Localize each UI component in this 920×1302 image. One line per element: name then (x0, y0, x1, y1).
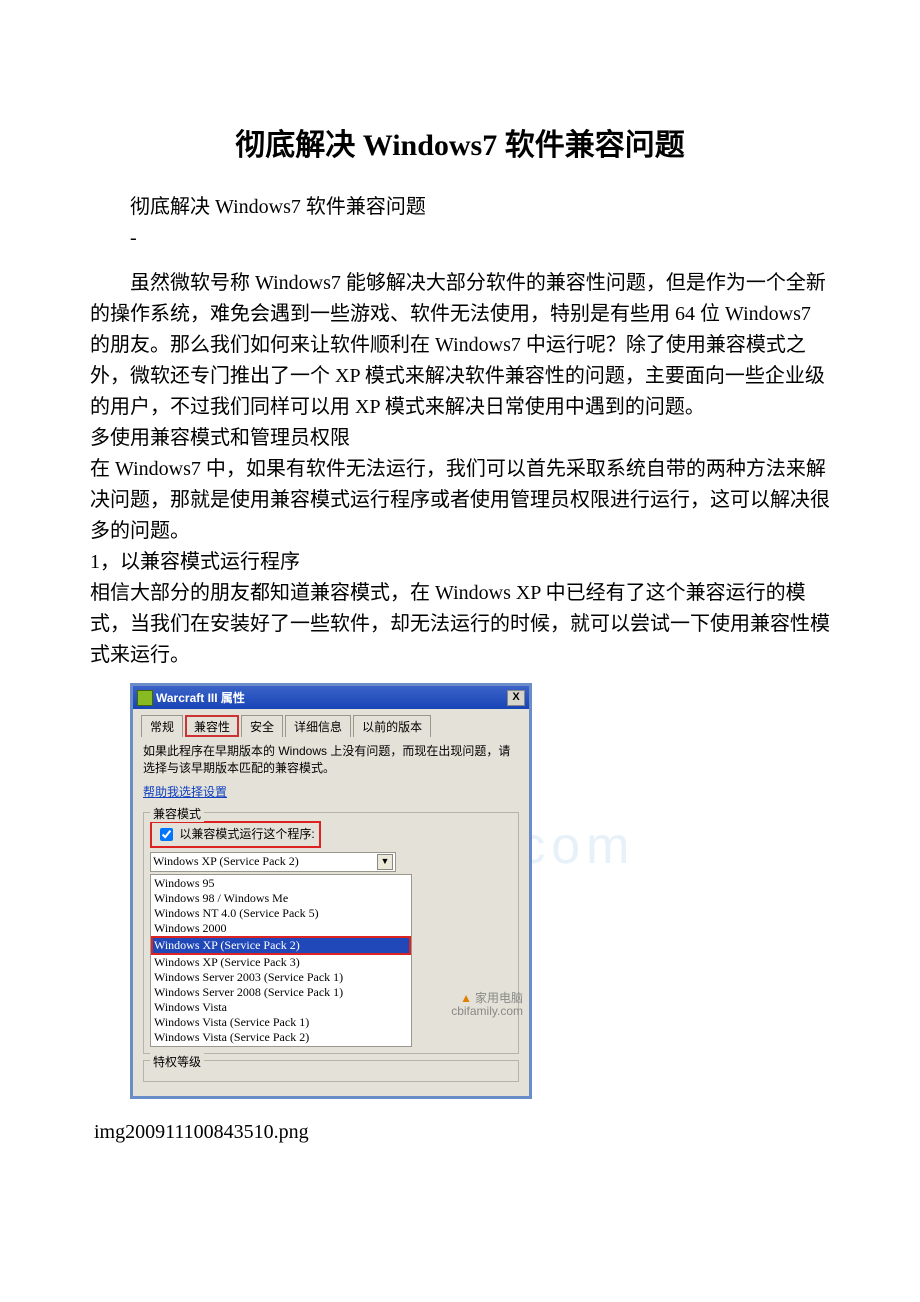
tab-bar: 常规 兼容性 安全 详细信息 以前的版本 (141, 715, 521, 737)
list-item[interactable]: Windows Vista (Service Pack 1) (151, 1015, 411, 1030)
highlight-box-checkbox: 以兼容模式运行这个程序: (150, 821, 321, 848)
page-title: 彻底解决 Windows7 软件兼容问题 (90, 120, 830, 164)
tab-details[interactable]: 详细信息 (285, 715, 351, 737)
compat-checkbox-input[interactable] (160, 828, 173, 841)
watermark-logo: ▲ 家用电脑 cbifamily.com (451, 992, 523, 1018)
compat-checkbox[interactable]: 以兼容模式运行这个程序: (156, 827, 315, 841)
compat-dropdown-list[interactable]: Windows 95 Windows 98 / Windows Me Windo… (150, 874, 412, 1047)
list-item[interactable]: Windows 98 / Windows Me (151, 891, 411, 906)
properties-dialog: Warcraft III 属性 X 常规 兼容性 安全 详细信息 以前的版本 如… (130, 683, 532, 1099)
intro-paragraph: 虽然微软号称 Windows7 能够解决大部分软件的兼容性问题，但是作为一个全新… (90, 268, 830, 423)
logo-text-cn: 家用电脑 (475, 991, 523, 1005)
section-heading-multi: 多使用兼容模式和管理员权限 (90, 423, 830, 454)
tab-compatibility[interactable]: 兼容性 (185, 715, 239, 737)
dialog-title-text: Warcraft III 属性 (156, 689, 245, 706)
help-link[interactable]: 帮助我选择设置 (143, 783, 227, 800)
list-item[interactable]: Windows XP (Service Pack 3) (151, 955, 411, 970)
close-icon[interactable]: X (507, 690, 525, 706)
tab-security[interactable]: 安全 (241, 715, 283, 737)
list-item[interactable]: Windows Server 2008 (Service Pack 1) (151, 985, 411, 1000)
dialog-titlebar: Warcraft III 属性 X (133, 686, 529, 709)
list-item[interactable]: Windows NT 4.0 (Service Pack 5) (151, 906, 411, 921)
logo-text-en: cbifamily.com (451, 1004, 523, 1018)
image-caption: img200911100843510.png (94, 1121, 830, 1144)
privilege-group: 特权等级 (143, 1060, 519, 1082)
tab-previous[interactable]: 以前的版本 (353, 715, 431, 737)
list-item-selected[interactable]: Windows XP (Service Pack 2) (151, 936, 411, 955)
list-item[interactable]: Windows 95 (151, 876, 411, 891)
chevron-down-icon[interactable]: ▼ (377, 854, 393, 870)
list-item[interactable]: Windows 2000 (151, 921, 411, 936)
group-label-privilege: 特权等级 (150, 1053, 204, 1070)
group-label-compat: 兼容模式 (150, 805, 204, 822)
dash-line: - (90, 223, 830, 254)
heading-1-body: 相信大部分的朋友都知道兼容模式，在 Windows XP 中已经有了这个兼容运行… (90, 578, 830, 671)
tab-general[interactable]: 常规 (141, 715, 183, 737)
combo-selected-text: Windows XP (Service Pack 2) (153, 854, 299, 869)
compat-checkbox-label: 以兼容模式运行这个程序: (179, 827, 314, 841)
app-icon (137, 690, 153, 706)
subtitle-line: 彻底解决 Windows7 软件兼容问题 (90, 192, 830, 223)
compat-combobox[interactable]: Windows XP (Service Pack 2) ▼ (150, 852, 396, 872)
list-item[interactable]: Windows Vista (Service Pack 2) (151, 1030, 411, 1045)
list-item[interactable]: Windows Vista (151, 1000, 411, 1015)
win7-paragraph: 在 Windows7 中，如果有软件无法运行，我们可以首先采取系统自带的两种方法… (90, 454, 830, 547)
numbered-heading-1: 1，以兼容模式运行程序 (90, 547, 830, 578)
dialog-description: 如果此程序在早期版本的 Windows 上没有问题，而现在出现问题，请选择与该早… (143, 743, 519, 777)
list-item[interactable]: Windows Server 2003 (Service Pack 1) (151, 970, 411, 985)
